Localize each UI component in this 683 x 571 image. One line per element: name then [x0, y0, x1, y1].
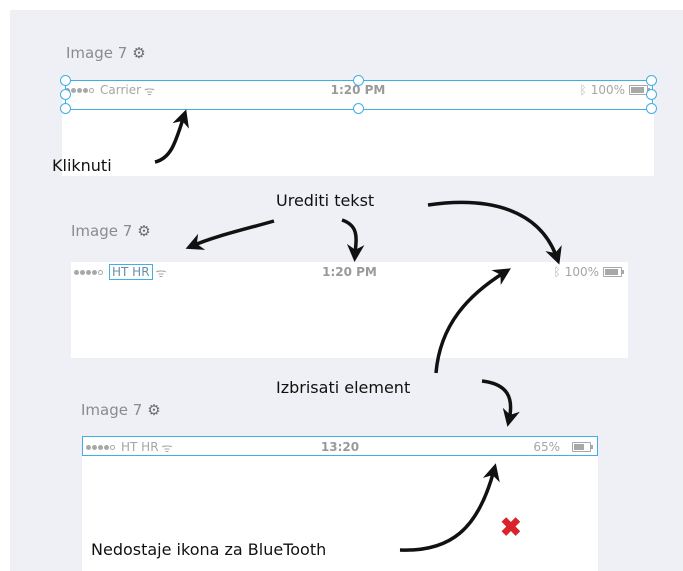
arrow-delete-bluetooth	[434, 268, 511, 374]
arrow-edit-carrier	[185, 219, 275, 250]
arrow-click	[154, 109, 189, 164]
annotation-arrows	[154, 109, 562, 552]
arrow-edit-battery	[427, 200, 562, 265]
arrow-delete-down	[481, 379, 520, 427]
arrow-edit-time	[341, 218, 365, 262]
arrow-missing-bluetooth	[399, 463, 500, 552]
